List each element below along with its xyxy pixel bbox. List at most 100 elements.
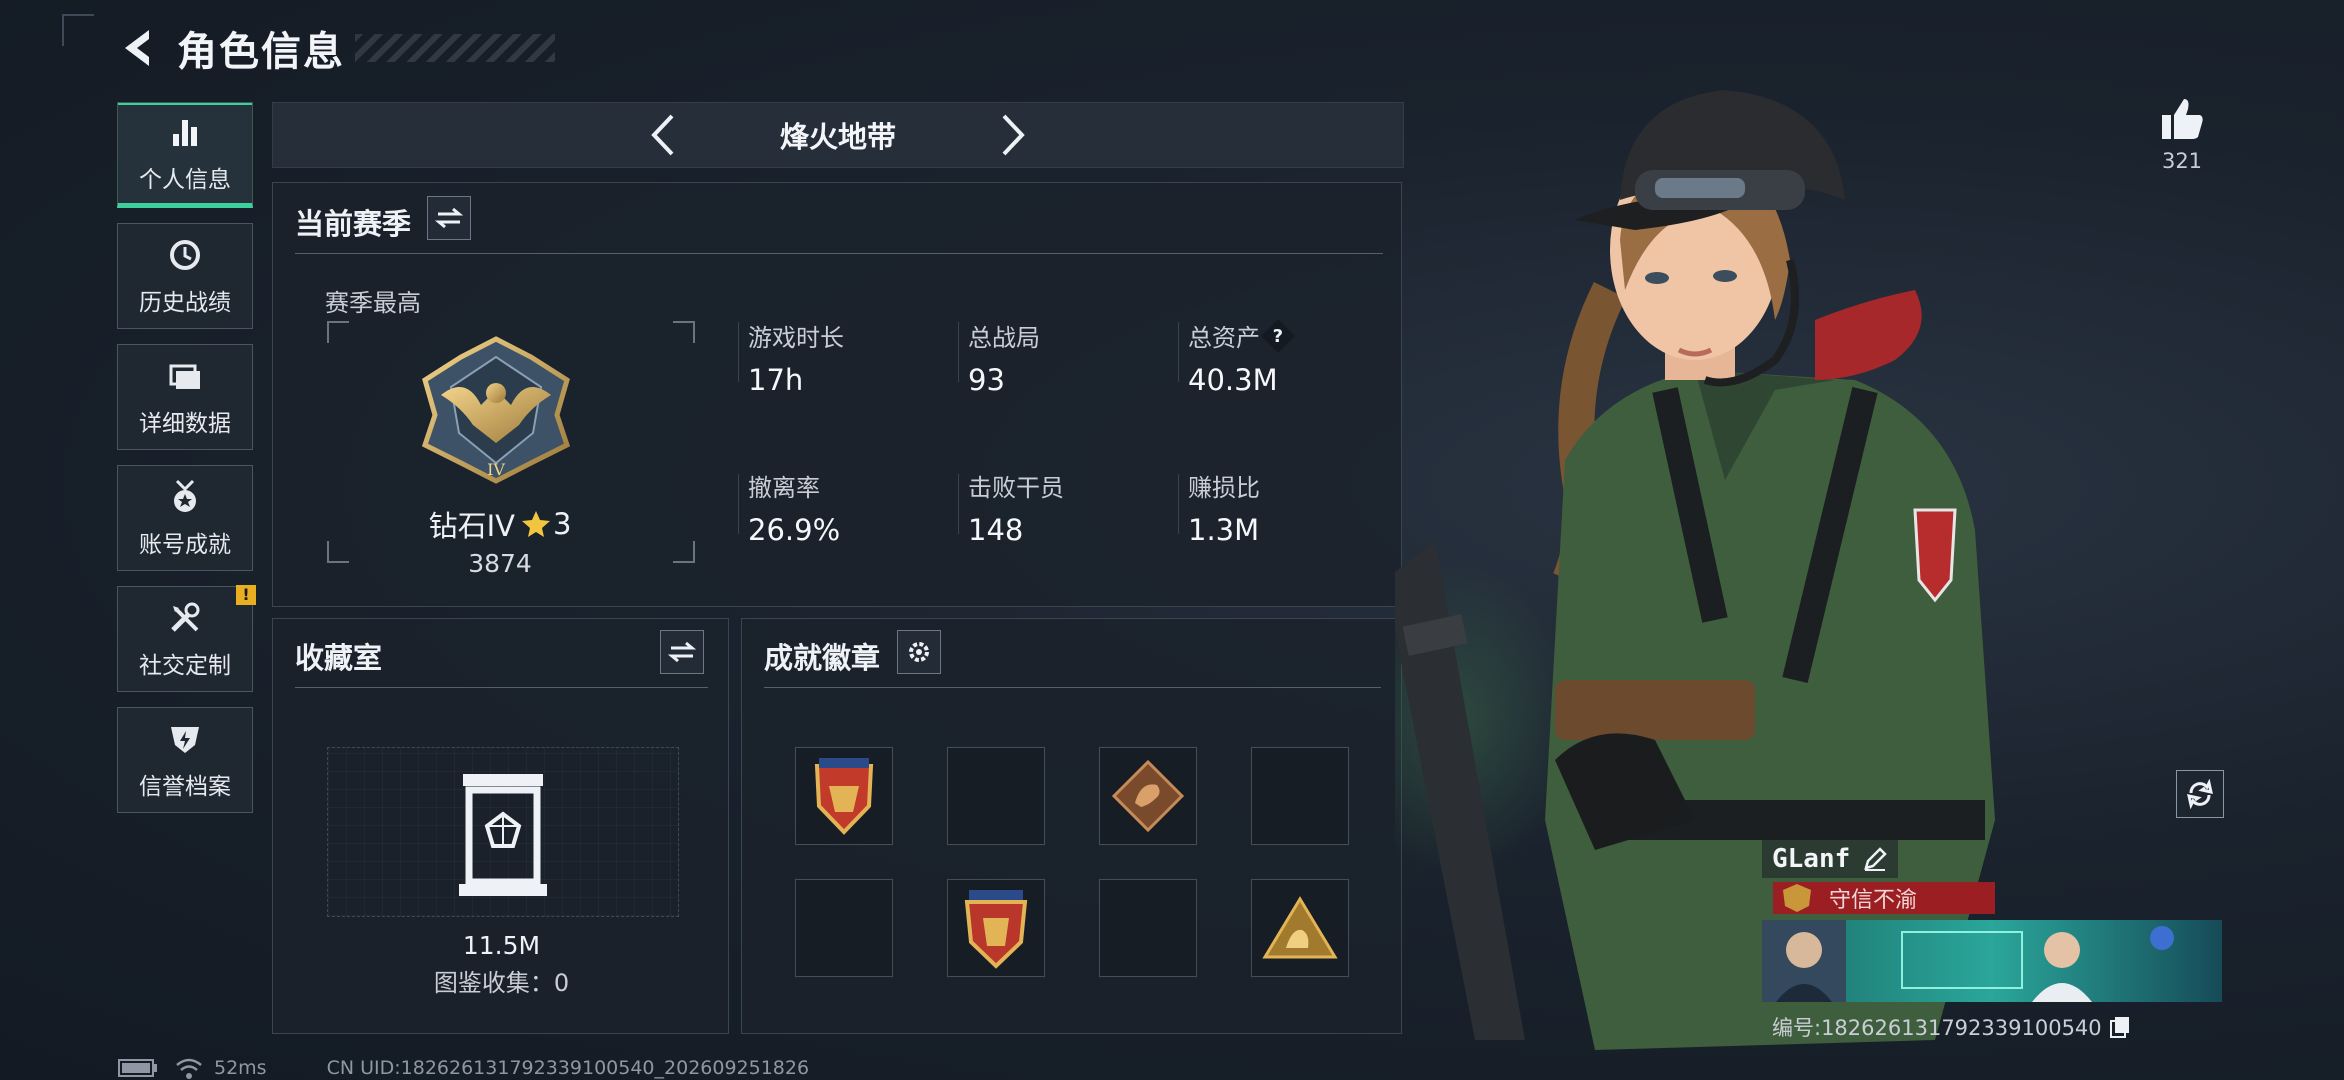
stat-value: 1.3M [1188, 513, 1260, 547]
triangle-badge-icon [1262, 896, 1338, 959]
refresh-icon [2187, 779, 2213, 809]
stat-extraction-rate: 撤离率 26.9% [748, 468, 840, 547]
divider [738, 322, 739, 382]
frame-corner [673, 321, 695, 343]
corner-decoration [62, 14, 94, 46]
rank-name: 钻石IV [428, 509, 515, 543]
banner-artwork [1762, 920, 2222, 1002]
sidebar-item-reputation[interactable]: 信誉档案 [117, 707, 253, 813]
collection-switch-button[interactable] [660, 630, 704, 674]
rotate-character-button[interactable] [2176, 770, 2224, 818]
thumbs-up-icon[interactable] [2158, 95, 2206, 143]
shield-badge-icon [814, 758, 874, 835]
stat-value: 40.3M [1188, 363, 1278, 397]
vault-icon [459, 774, 547, 896]
help-icon-glyph: ? [1272, 324, 1284, 346]
wifi-icon [176, 1058, 202, 1079]
badges-settings-button[interactable] [897, 630, 941, 674]
stats-grid: 游戏时长 17h 总战局 93 总资产 ? 40.3M 撤离率 26.9% 击败… [738, 318, 1378, 553]
help-icon[interactable]: ? [1261, 318, 1295, 353]
shield-bolt-icon [171, 727, 199, 753]
badge-slot[interactable] [795, 747, 893, 845]
collection-panel[interactable]: 收藏室 11.5M 图鉴收集：0 [272, 618, 729, 1034]
divider [295, 253, 1383, 254]
divider [958, 474, 959, 534]
stat-value: 26.9% [748, 513, 841, 547]
notice-badge: ! [236, 585, 256, 605]
chevron-left-icon[interactable] [646, 110, 680, 160]
frame-corner [673, 541, 695, 563]
rank-stars: 3 [552, 507, 572, 541]
sidebar-item-label: 详细数据 [139, 411, 231, 437]
stat-label: 总战局 [968, 324, 1040, 352]
sidebar-item-label: 账号成就 [139, 532, 231, 558]
stat-label: 赚损比 [1188, 474, 1260, 502]
status-bar: 52ms CN UID:18262613179233910054​0_20260… [118, 1056, 809, 1080]
player-card-banner[interactable] [1762, 920, 2222, 1002]
bar-chart-icon [173, 120, 197, 146]
swap-icon [435, 207, 463, 229]
badges-title: 成就徽章 [764, 641, 881, 675]
season-title: 当前赛季 [295, 207, 412, 241]
stat-value: 148 [968, 513, 1024, 547]
badge-slot[interactable] [795, 879, 893, 977]
stat-value: 17h [748, 363, 804, 397]
sidebar-item-personal-info[interactable]: 个人信息 [117, 102, 253, 208]
sidebar-item-social[interactable]: 社交定制 ! [117, 585, 256, 692]
sidebar-item-label: 信誉档案 [139, 774, 231, 800]
badge-slot[interactable] [1251, 879, 1349, 977]
history-clock-icon [170, 240, 200, 270]
player-id-text: 编号:18262613179233910054​0 [1772, 1016, 2102, 1040]
sidebar-item-details[interactable]: 详细数据 [117, 344, 253, 450]
season-panel: 当前赛季 赛季最高 IV 钻石IV 3 3874 游戏时长 17h 总战局 93… [272, 182, 1402, 607]
page-title: 角色信息 [177, 29, 345, 75]
battery-icon [118, 1059, 157, 1077]
collection-display [327, 747, 679, 917]
tools-icon [171, 602, 200, 632]
sidebar: 个人信息 历史战绩 详细数据 账号成就 社交定制 ! 信誉档案 [117, 102, 256, 828]
frame-corner [327, 321, 349, 343]
stat-profit-loss: 赚损比 1.3M [1188, 468, 1260, 547]
stat-play-time: 游戏时长 17h [748, 318, 844, 397]
collection-count: 图鉴收集：0 [433, 969, 570, 997]
copy-icon[interactable] [2108, 1015, 2132, 1039]
player-name-bar: GLanf [1762, 840, 1899, 878]
badge-slot[interactable] [1099, 879, 1197, 977]
chevron-right-icon[interactable] [996, 110, 1030, 160]
folder-icon [169, 364, 200, 389]
dragon-diamond-badge-icon [1111, 759, 1185, 833]
sidebar-item-achievements[interactable]: 账号成就 [117, 465, 253, 571]
uid-text: CN UID:18262613179233910054​0_2026092518… [326, 1057, 810, 1079]
badge-slot[interactable] [947, 879, 1045, 977]
player-id: 编号:18262613179233910054​0 [1772, 1012, 2132, 1042]
sidebar-item-history[interactable]: 历史战绩 [117, 223, 253, 329]
diamond-rank-emblem: IV [421, 336, 571, 484]
achievement-badges-panel: 成就徽章 [741, 618, 1402, 1034]
swap-icon [668, 641, 696, 663]
rank-block: 钻石IV 3 3874 [325, 503, 675, 578]
sidebar-item-label: 个人信息 [139, 167, 231, 193]
badge-slot[interactable] [947, 747, 1045, 845]
divider [1178, 322, 1179, 382]
player-motto: 守信不渝 [1829, 888, 1918, 913]
badge-slot[interactable] [1099, 747, 1197, 845]
stat-total-matches: 总战局 93 [968, 318, 1040, 397]
stat-label: 击败干员 [968, 474, 1064, 502]
star-icon [521, 511, 550, 537]
page-header: 角色信息 [115, 18, 555, 78]
season-best-label: 赛季最高 [325, 289, 421, 317]
back-arrow-icon[interactable] [115, 24, 163, 72]
collection-value: 11.5M [462, 931, 541, 960]
divider [958, 322, 959, 382]
reputation-emblem-icon [1783, 884, 1811, 912]
season-switch-button[interactable] [427, 196, 471, 240]
like-widget[interactable]: 321 [2158, 95, 2206, 173]
title-decoration [355, 34, 555, 62]
stat-total-assets: 总资产 ? 40.3M [1188, 318, 1295, 397]
medal-icon [174, 479, 196, 512]
edit-pencil-icon[interactable] [1862, 846, 1888, 872]
mode-title: 烽火地带 [779, 120, 896, 154]
divider [1178, 474, 1179, 534]
stat-operators-defeated: 击败干员 148 [968, 468, 1064, 547]
badge-slot[interactable] [1251, 747, 1349, 845]
